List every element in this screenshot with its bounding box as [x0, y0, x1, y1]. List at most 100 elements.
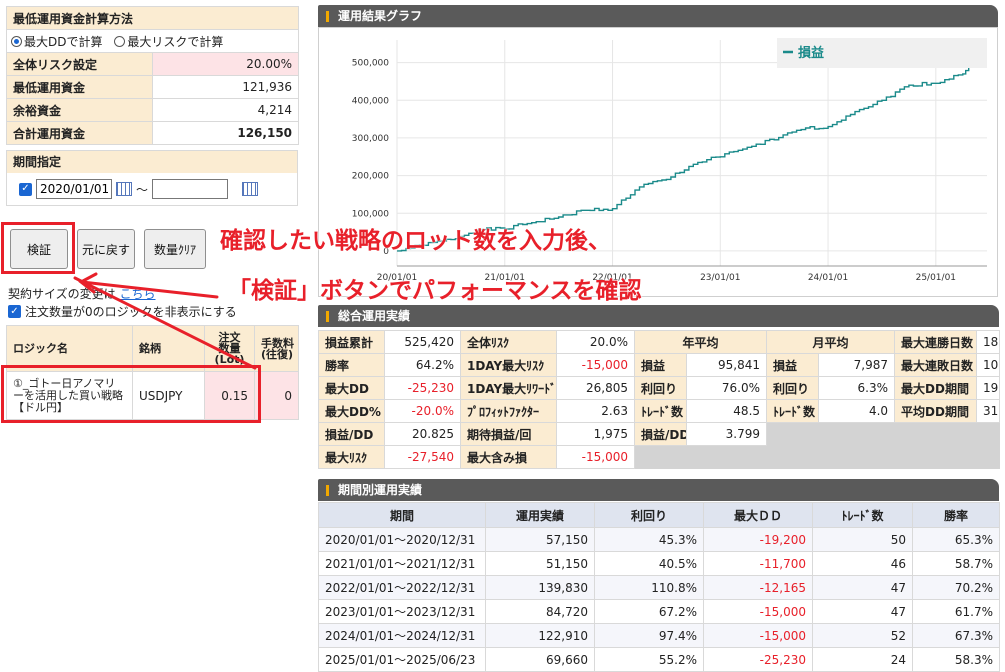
summary-label: ﾄﾚｰﾄﾞ数	[634, 399, 687, 423]
summary-value: 76.0%	[685, 376, 768, 400]
summary-panel-title: 総合運用実績	[318, 305, 999, 327]
x-tick-label: 25/01/01	[916, 273, 956, 283]
table-cell: 139,830	[485, 575, 595, 600]
header-trades: ﾄﾚｰﾄﾞ数	[812, 502, 913, 528]
summary-value: 3.799	[685, 422, 768, 446]
table-row: 2024/01/01～2024/12/31 122,910 97.4% -15,000…	[318, 623, 1000, 648]
result-chart: 0 100,000 200,000 300,000 400,000 500,000 20/0…	[318, 27, 998, 297]
annotation-arrows	[73, 272, 257, 370]
table-row: 2021/01/01～2021/12/31 51,150 40.5% -11,700 4…	[318, 551, 1000, 576]
table-cell: 24	[812, 647, 913, 672]
table-cell: 65.3%	[912, 527, 1000, 552]
table-cell: 51,150	[485, 551, 595, 576]
summary-label: 期待損益/回	[460, 422, 557, 446]
summary-value: 48.5	[685, 399, 768, 423]
summary-value: 26,805	[556, 376, 635, 400]
chart-panel-title: 運用結果グラフ	[318, 5, 998, 27]
result-chart-svg: 0100,000200,000300,000400,000500,00020/0…	[352, 38, 987, 283]
annotation-line-2: 「検証」ボタンでパフォーマンスを確認	[228, 278, 642, 304]
yearly-avg-header: 年平均	[633, 330, 768, 354]
summary-value: 10	[976, 353, 1001, 377]
header-yield: 利回り	[594, 502, 704, 528]
summary-label: 利回り	[634, 376, 687, 400]
period-panel-title: 期間別運用実績	[318, 479, 999, 501]
table-cell: 47	[812, 599, 913, 624]
table-cell: 52	[812, 623, 913, 648]
header-period: 期間	[318, 502, 486, 528]
table-cell: 2024/01/01～2024/12/31	[318, 623, 486, 648]
summary-label: 最大連敗日数	[894, 353, 978, 377]
table-cell: 67.3%	[912, 623, 1000, 648]
summary-label: 利回り	[766, 376, 820, 400]
summary-label: 1DAY最大ﾘﾜｰﾄﾞ	[460, 376, 557, 400]
table-cell: 69,660	[485, 647, 595, 672]
table-cell: 40.5%	[594, 551, 704, 576]
table-cell: 61.7%	[912, 599, 1000, 624]
header-max-dd: 最大ＤＤ	[703, 502, 813, 528]
x-tick-label: 24/01/01	[808, 273, 848, 283]
summary-label: 最大含み損	[460, 445, 557, 469]
table-cell: 47	[812, 575, 913, 600]
table-cell: 55.2%	[594, 647, 704, 672]
table-cell: -15,000	[703, 599, 813, 624]
table-cell: 57,150	[485, 527, 595, 552]
summary-value: -15,000	[556, 353, 635, 377]
summary-label: 1DAY最大ﾘｽｸ	[460, 353, 557, 377]
summary-value: 2.63	[556, 399, 635, 423]
table-cell: -19,200	[703, 527, 813, 552]
table-cell: 58.3%	[912, 647, 1000, 672]
table-cell: -15,000	[703, 623, 813, 648]
table-cell: -25,230	[703, 647, 813, 672]
legend-label: 損益	[798, 45, 824, 61]
summary-value: 4.0	[818, 399, 896, 423]
summary-value: 20.0%	[556, 330, 635, 354]
table-cell: 2020/01/01～2020/12/31	[318, 527, 486, 552]
table-row: 2025/01/01～2025/06/23 69,660 55.2% -25,230 2…	[318, 647, 1000, 672]
summary-label: 最大連勝日数	[894, 330, 978, 354]
summary-value: -27,540	[384, 445, 461, 469]
table-cell: 58.7%	[912, 551, 1000, 576]
summary-value: 199	[976, 376, 1001, 400]
table-row: 2020/01/01～2020/12/31 57,150 45.3% -19,200 5…	[318, 527, 1000, 552]
table-cell: -11,700	[703, 551, 813, 576]
summary-value: 18	[976, 330, 1001, 354]
summary-label: 最大ﾘｽｸ	[318, 445, 385, 469]
summary-label: 損益/DD	[634, 422, 687, 446]
summary-value: 7,987	[818, 353, 896, 377]
table-cell: 122,910	[485, 623, 595, 648]
summary-value: 1,975	[556, 422, 635, 446]
table-cell: 2025/01/01～2025/06/23	[318, 647, 486, 672]
table-cell: 70.2%	[912, 575, 1000, 600]
table-cell: 84,720	[485, 599, 595, 624]
summary-value: 31	[976, 399, 1001, 423]
summary-label: ﾄﾚｰﾄﾞ数	[766, 399, 820, 423]
summary-label: 全体ﾘｽｸ	[460, 330, 557, 354]
summary-value: -15,000	[556, 445, 635, 469]
header-win-rate: 勝率	[912, 502, 1000, 528]
summary-empty-cell	[766, 422, 1001, 469]
period-results-table: 期間 運用実績 利回り 最大ＤＤ ﾄﾚｰﾄﾞ数 勝率 2020/01/01～20…	[318, 502, 1000, 672]
summary-label: 損益	[634, 353, 687, 377]
table-cell: 110.8%	[594, 575, 704, 600]
summary-label: 損益	[766, 353, 820, 377]
summary-label: 最大DD期間	[894, 376, 978, 400]
summary-table: 損益累計 525,420 全体ﾘｽｸ 20.0% 年平均 月平均 最大連勝日数 18 …	[318, 330, 1001, 469]
table-cell: 67.2%	[594, 599, 704, 624]
table-cell: 2021/01/01～2021/12/31	[318, 551, 486, 576]
table-cell: 46	[812, 551, 913, 576]
table-cell: 50	[812, 527, 913, 552]
table-cell: 45.3%	[594, 527, 704, 552]
table-cell: 2023/01/01～2023/12/31	[318, 599, 486, 624]
x-tick-label: 23/01/01	[700, 273, 740, 283]
monthly-avg-header: 月平均	[766, 330, 896, 354]
summary-label: 平均DD期間	[894, 399, 978, 423]
summary-value: 6.3%	[818, 376, 896, 400]
table-cell: -12,165	[703, 575, 813, 600]
table-row: 2022/01/01～2022/12/31 139,830 110.8% -12,16…	[318, 575, 1000, 600]
annotation-line-1: 確認したい戦略のロット数を入力後、	[220, 228, 611, 254]
summary-value: 95,841	[685, 353, 768, 377]
summary-empty-cell	[633, 445, 768, 469]
table-cell: 97.4%	[594, 623, 704, 648]
table-cell: 2022/01/01～2022/12/31	[318, 575, 486, 600]
header-result: 運用実績	[485, 502, 595, 528]
